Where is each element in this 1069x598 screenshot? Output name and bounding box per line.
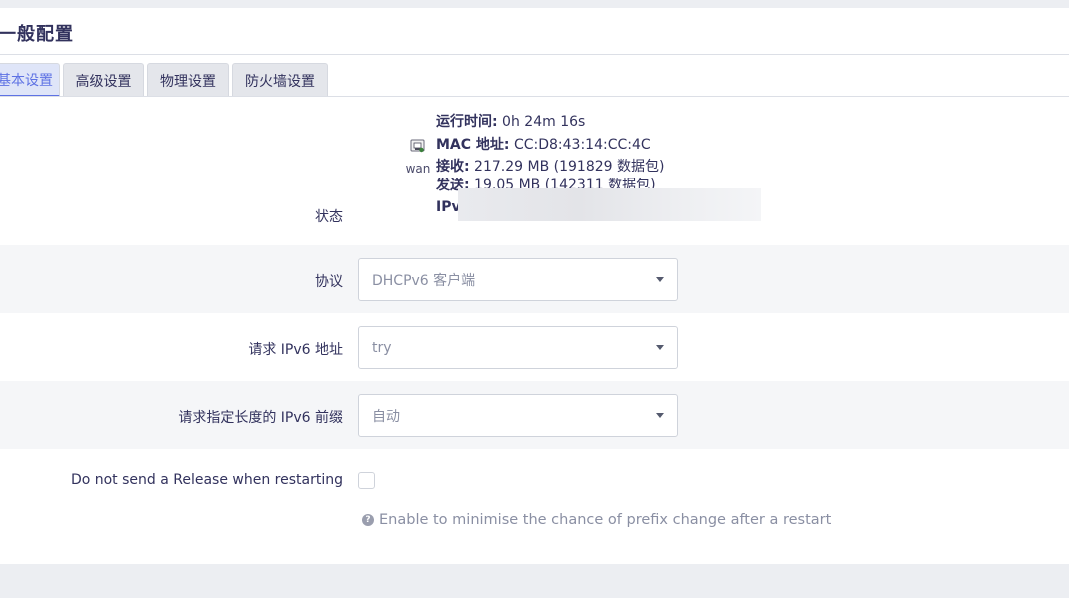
caret-down-icon: [656, 413, 664, 418]
uptime-line: 运行时间: 0h 24m 16s: [436, 111, 664, 134]
protocol-select[interactable]: DHCPv6 客户端: [358, 258, 678, 301]
interface-badge: wan: [400, 138, 436, 176]
no-release-checkbox[interactable]: [358, 472, 375, 489]
mac-line: MAC 地址: CC:D8:43:14:CC:4C: [436, 134, 664, 157]
tab-bar: 基本设置 高级设置 物理设置 防火墙设置: [0, 63, 1069, 97]
ethernet-port-icon: [400, 138, 436, 154]
question-circle-icon: ?: [362, 514, 374, 526]
no-release-help: ? Enable to minimise the chance of prefi…: [362, 512, 831, 528]
protocol-label: 协议: [315, 274, 343, 290]
request-address-value: try: [372, 339, 392, 356]
mac-value: CC:D8:43:14:CC:4C: [509, 136, 651, 153]
no-release-label: Do not send a Release when restarting: [70, 472, 343, 488]
status-details: 运行时间: 0h 24m 16s MAC 地址: CC:D8:43:14:CC:…: [436, 111, 664, 179]
rx-line: 接收: 217.29 MB (191829 数据包): [436, 156, 664, 179]
status-label: 状态: [315, 209, 343, 225]
section-title: 一般配置: [0, 24, 74, 45]
prefix-length-value: 自动: [372, 408, 400, 425]
interface-name: wan: [405, 162, 431, 176]
redacted-address: [458, 188, 761, 221]
tab-physical-settings[interactable]: 物理设置: [147, 63, 229, 97]
caret-down-icon: [656, 345, 664, 350]
uptime-key: 运行时间:: [436, 114, 498, 130]
request-address-label: 请求 IPv6 地址: [248, 342, 343, 358]
mac-key: MAC 地址:: [436, 136, 510, 153]
rx-key: 接收:: [436, 159, 470, 175]
rx-value: 217.29 MB (191829 数据包): [469, 159, 665, 175]
protocol-value: DHCPv6 客户端: [372, 272, 476, 289]
no-release-help-text: Enable to minimise the chance of prefix …: [379, 512, 832, 528]
no-release-row: Do not send a Release when restarting: [0, 449, 1069, 564]
title-divider: [0, 54, 1069, 55]
uptime-value: 0h 24m 16s: [497, 114, 586, 130]
prefix-length-label: 请求指定长度的 IPv6 前缀: [178, 410, 343, 426]
request-address-select[interactable]: try: [358, 326, 678, 369]
tab-basic-settings[interactable]: 基本设置: [0, 63, 60, 97]
tab-firewall-settings[interactable]: 防火墙设置: [232, 63, 328, 97]
ipv-key: IPv: [436, 199, 461, 215]
tab-advanced-settings[interactable]: 高级设置: [63, 63, 144, 97]
prefix-length-select[interactable]: 自动: [358, 394, 678, 437]
caret-down-icon: [656, 277, 664, 282]
